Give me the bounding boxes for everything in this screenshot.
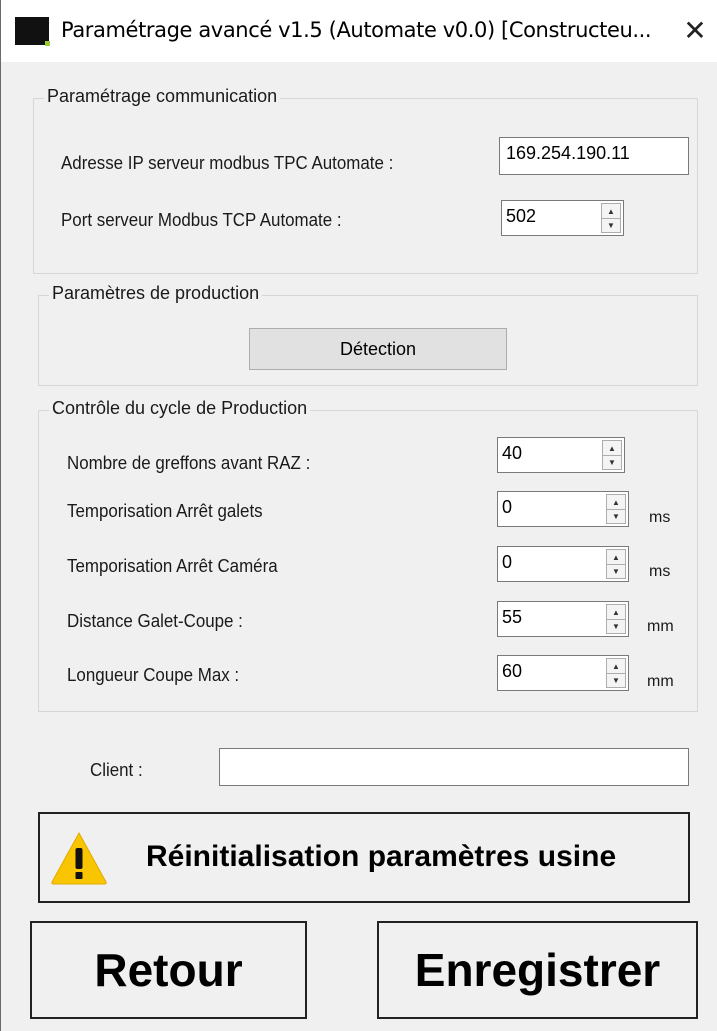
max-length-value: 60 bbox=[502, 661, 523, 681]
camera-delay-label: Temporisation Arrêt Caméra bbox=[67, 556, 278, 576]
production-group-title: Paramètres de production bbox=[49, 283, 263, 304]
galets-delay-stepper[interactable]: 0 ▲ ▼ bbox=[497, 491, 629, 527]
port-stepper-arrows[interactable]: ▲ ▼ bbox=[601, 203, 621, 233]
greffons-stepper[interactable]: 40 ▲ ▼ bbox=[497, 437, 625, 473]
galets-delay-unit: ms bbox=[649, 509, 671, 526]
window-title: Paramétrage avancé v1.5 (Automate v0.0) … bbox=[61, 18, 652, 42]
port-label: Port serveur Modbus TCP Automate : bbox=[61, 210, 342, 230]
port-down-arrow-icon[interactable]: ▼ bbox=[602, 218, 620, 232]
camera-delay-value: 0 bbox=[502, 552, 513, 572]
close-button[interactable]: ✕ bbox=[676, 11, 714, 49]
distance-stepper[interactable]: 55 ▲ ▼ bbox=[497, 601, 629, 637]
greffons-label: Nombre de greffons avant RAZ : bbox=[67, 453, 311, 473]
galets-delay-label: Temporisation Arrêt galets bbox=[67, 501, 263, 521]
greffons-stepper-arrows[interactable]: ▲ ▼ bbox=[602, 440, 622, 470]
port-value: 502 bbox=[506, 206, 537, 226]
max-length-down-arrow-icon[interactable]: ▼ bbox=[607, 673, 625, 687]
ip-label: Adresse IP serveur modbus TPC Automate : bbox=[61, 153, 394, 173]
factory-reset-button[interactable]: Réinitialisation paramètres usine bbox=[38, 812, 690, 903]
client-input[interactable] bbox=[219, 748, 689, 786]
communication-group-title: Paramétrage communication bbox=[44, 86, 281, 107]
back-button[interactable]: Retour bbox=[30, 921, 307, 1019]
warning-icon bbox=[51, 831, 107, 885]
save-button[interactable]: Enregistrer bbox=[377, 921, 698, 1019]
galets-delay-value: 0 bbox=[502, 497, 513, 517]
greffons-up-arrow-icon[interactable]: ▲ bbox=[603, 441, 621, 456]
port-up-arrow-icon[interactable]: ▲ bbox=[602, 204, 620, 219]
max-length-label: Longueur Coupe Max : bbox=[67, 665, 240, 685]
distance-up-arrow-icon[interactable]: ▲ bbox=[607, 605, 625, 620]
ip-address-input[interactable]: 169.254.190.11 bbox=[499, 137, 689, 175]
app-icon bbox=[15, 17, 50, 46]
camera-delay-down-arrow-icon[interactable]: ▼ bbox=[607, 564, 625, 578]
client-label: Client : bbox=[90, 760, 143, 780]
camera-delay-up-arrow-icon[interactable]: ▲ bbox=[607, 550, 625, 565]
max-length-stepper[interactable]: 60 ▲ ▼ bbox=[497, 655, 629, 691]
max-length-unit: mm bbox=[647, 673, 674, 690]
communication-group: Paramétrage communication bbox=[33, 86, 698, 274]
greffons-value: 40 bbox=[502, 443, 523, 463]
camera-delay-stepper-arrows[interactable]: ▲ ▼ bbox=[606, 549, 626, 579]
max-length-stepper-arrows[interactable]: ▲ ▼ bbox=[606, 658, 626, 688]
greffons-down-arrow-icon[interactable]: ▼ bbox=[603, 455, 621, 469]
camera-delay-unit: ms bbox=[649, 563, 671, 580]
factory-reset-label: Réinitialisation paramètres usine bbox=[146, 840, 617, 873]
settings-window: Paramétrage avancé v1.5 (Automate v0.0) … bbox=[0, 0, 717, 1031]
galets-delay-stepper-arrows[interactable]: ▲ ▼ bbox=[606, 494, 626, 524]
distance-stepper-arrows[interactable]: ▲ ▼ bbox=[606, 604, 626, 634]
detection-button[interactable]: Détection bbox=[249, 328, 507, 370]
distance-label: Distance Galet-Coupe : bbox=[67, 611, 243, 631]
cycle-group-title: Contrôle du cycle de Production bbox=[49, 398, 311, 419]
galets-delay-up-arrow-icon[interactable]: ▲ bbox=[607, 495, 625, 510]
galets-delay-down-arrow-icon[interactable]: ▼ bbox=[607, 509, 625, 523]
distance-down-arrow-icon[interactable]: ▼ bbox=[607, 619, 625, 633]
max-length-up-arrow-icon[interactable]: ▲ bbox=[607, 659, 625, 674]
distance-unit: mm bbox=[647, 618, 674, 635]
port-stepper[interactable]: 502 ▲ ▼ bbox=[501, 200, 624, 236]
title-bar[interactable]: Paramétrage avancé v1.5 (Automate v0.0) … bbox=[1, 0, 717, 62]
close-icon: ✕ bbox=[683, 14, 707, 46]
camera-delay-stepper[interactable]: 0 ▲ ▼ bbox=[497, 546, 629, 582]
distance-value: 55 bbox=[502, 607, 523, 627]
